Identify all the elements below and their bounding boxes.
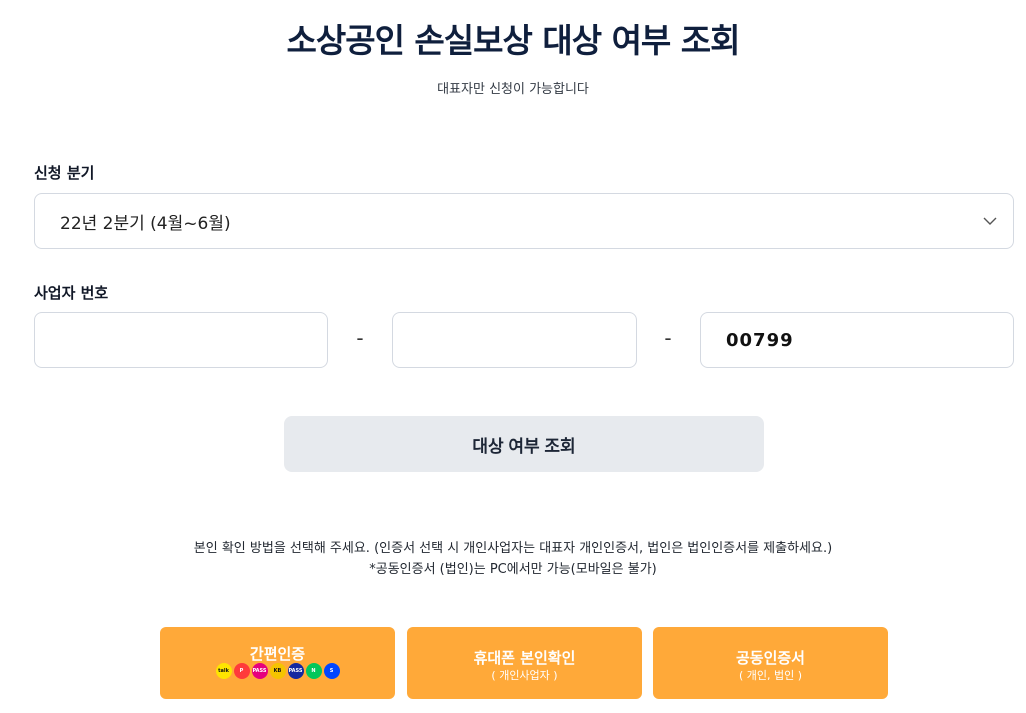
simple-auth-title: 간편인증	[249, 645, 306, 663]
auth-notice-line: *공동인증서 (법인)는 PC에서만 가능(모바일은 불가)	[369, 562, 657, 577]
check-eligibility-button[interactable]: 대상 여부 조회	[284, 416, 764, 472]
auth-notice: 본인 확인 방법을 선택해 주세요. (인증서 선택 시 개인사업자는 대표자 …	[0, 538, 1026, 580]
loss-compensation-page: 소상공인 손실보상 대상 여부 조회 대표자만 신청이 가능합니다 신청 분기 …	[0, 0, 1026, 713]
pass-icon: PASS	[251, 663, 268, 679]
certificate-auth-button[interactable]: 공동인증서 ( 개인, 법인 )	[653, 627, 888, 699]
page-subtitle: 대표자만 신청이 가능합니다	[437, 82, 589, 97]
phone-auth-button[interactable]: 휴대폰 본인확인 ( 개인사업자 )	[407, 627, 642, 699]
kb-icon: KB	[269, 663, 286, 679]
page-title: 소상공인 손실보상 대상 여부 조회	[286, 21, 741, 60]
business-number-part2-input[interactable]	[392, 312, 637, 368]
auth-provider-icons: talk P PASS KB PASS N S	[160, 663, 395, 679]
auth-notice-line: 본인 확인 방법을 선택해 주세요. (인증서 선택 시 개인사업자는 대표자 …	[193, 541, 833, 556]
certificate-auth-subtitle: ( 개인, 법인 )	[738, 669, 803, 682]
shinhan-icon: S	[323, 663, 340, 679]
business-number-part3-input[interactable]: 00799	[700, 312, 1014, 368]
payco-icon: P	[233, 663, 250, 679]
business-number-part1-input[interactable]	[34, 312, 328, 368]
phone-auth-subtitle: ( 개인사업자 )	[491, 669, 558, 682]
quarter-select-value: 22년 2분기 (4월~6월)	[60, 213, 231, 234]
chevron-down-icon	[983, 217, 997, 225]
simple-auth-button[interactable]: 간편인증 talk P PASS KB PASS N S	[160, 627, 395, 699]
certificate-auth-title: 공동인증서	[735, 649, 805, 667]
quarter-label: 신청 분기	[34, 164, 95, 182]
naver-icon: N	[305, 663, 322, 679]
quarter-select[interactable]: 22년 2분기 (4월~6월)	[34, 193, 1014, 249]
kakao-icon: talk	[215, 663, 232, 679]
samsung-pass-icon: PASS	[287, 663, 304, 679]
business-number-separator: -	[356, 326, 364, 350]
business-number-separator: -	[664, 326, 672, 350]
business-number-label: 사업자 번호	[34, 284, 109, 302]
phone-auth-title: 휴대폰 본인확인	[473, 649, 576, 667]
